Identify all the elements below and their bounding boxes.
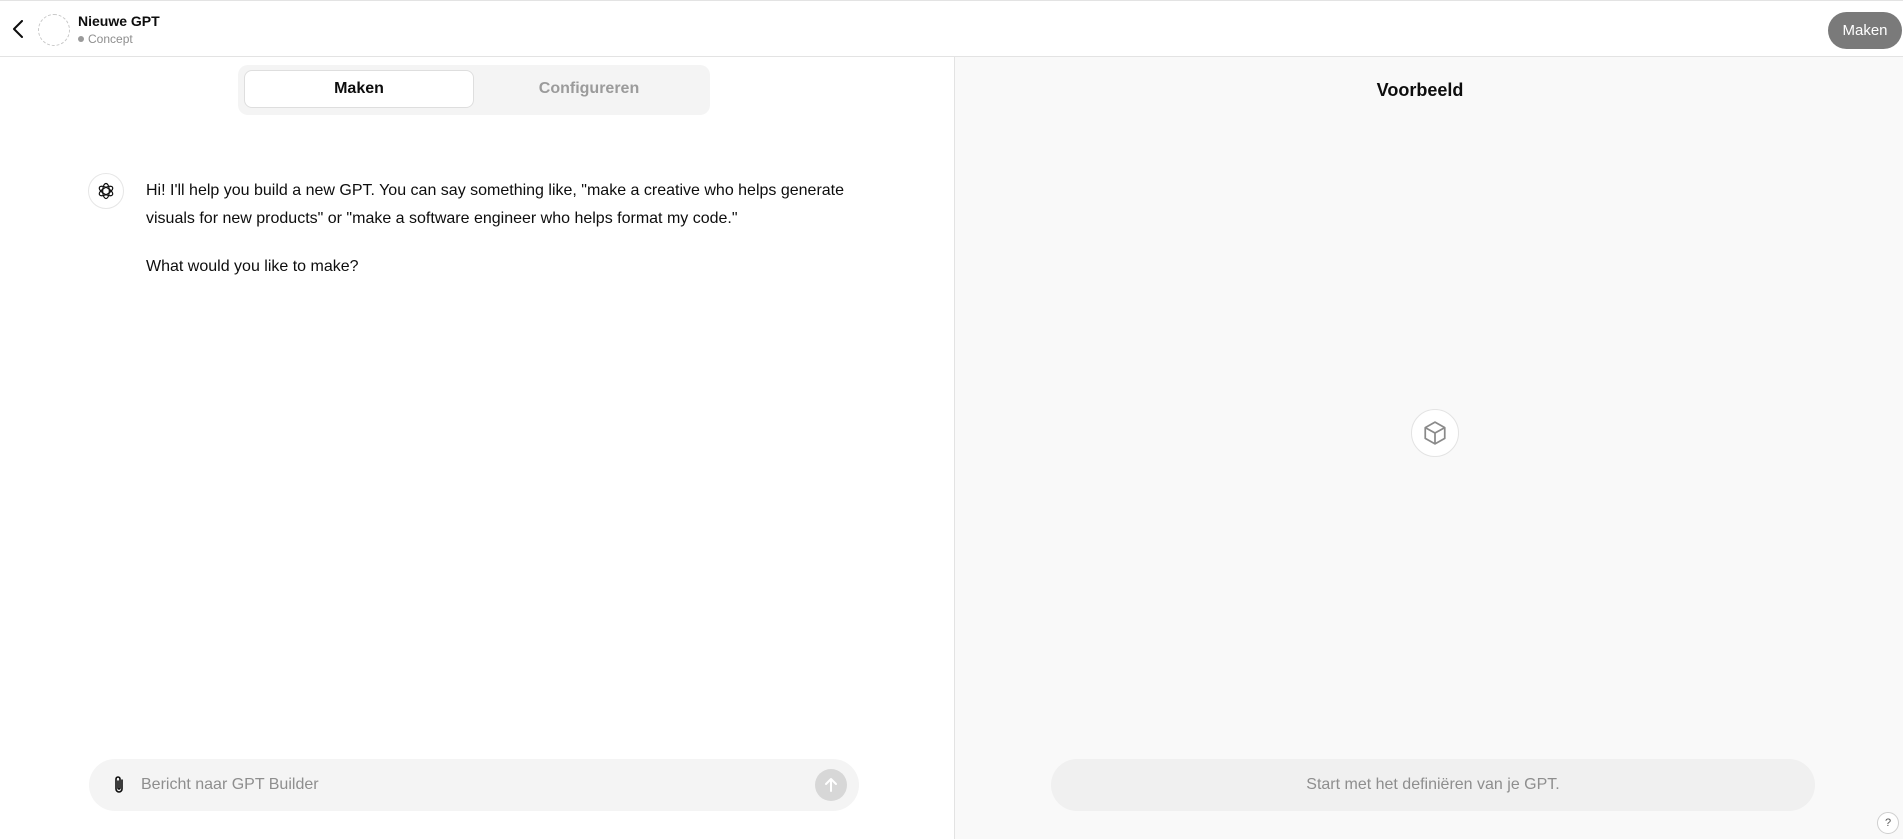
cube-icon	[1424, 421, 1446, 445]
message-text: Hi! I'll help you build a new GPT. You c…	[146, 177, 866, 281]
preview-panel: Voorbeeld Start met het definiëren van j…	[955, 57, 1903, 839]
tab-configure[interactable]: Configureren	[474, 70, 704, 108]
assistant-avatar	[88, 173, 124, 209]
status-dot-icon	[78, 36, 84, 42]
message-input[interactable]	[141, 771, 781, 799]
arrow-up-icon	[825, 778, 837, 792]
message-paragraph: What would you like to make?	[146, 258, 359, 275]
back-button[interactable]	[8, 17, 28, 41]
chevron-left-icon	[13, 20, 23, 38]
builder-tabs: Maken Configureren	[238, 65, 710, 115]
builder-panel: Maken Configureren Hi! I'll help you bui…	[0, 57, 954, 839]
status-label: Concept	[88, 32, 133, 46]
preview-title: Voorbeeld	[1376, 80, 1464, 100]
gpt-avatar-placeholder[interactable]	[38, 14, 70, 46]
help-button[interactable]: ?	[1877, 812, 1899, 834]
openai-logo-icon	[98, 182, 114, 200]
gpt-builder-app: Nieuwe GPT Concept Maken Maken Configure…	[0, 0, 1903, 839]
message-composer	[89, 759, 859, 811]
top-bar: Nieuwe GPT Concept Maken	[0, 0, 1903, 57]
send-button[interactable]	[815, 769, 847, 801]
paperclip-icon	[115, 776, 123, 793]
tab-create[interactable]: Maken	[244, 70, 474, 108]
preview-composer: Start met het definiëren van je GPT.	[1051, 759, 1815, 811]
preview-gpt-avatar	[1411, 409, 1459, 457]
gpt-title: Nieuwe GPT	[78, 13, 160, 29]
gpt-status: Concept	[78, 32, 133, 46]
attach-button[interactable]	[107, 773, 131, 797]
message-paragraph: Hi! I'll help you build a new GPT. You c…	[146, 182, 845, 227]
create-gpt-button[interactable]: Maken	[1828, 12, 1902, 49]
